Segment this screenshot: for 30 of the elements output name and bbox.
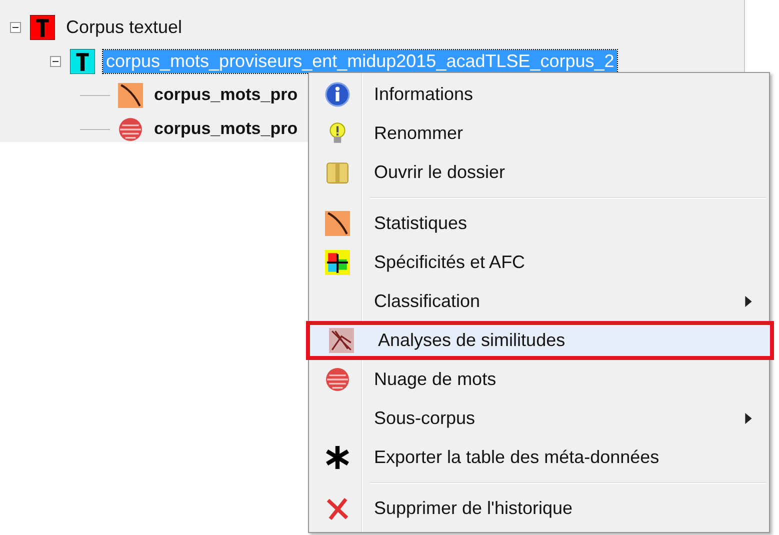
curve-chart-icon xyxy=(324,211,350,236)
submenu-arrow-icon xyxy=(745,413,752,424)
menu-item[interactable]: Statistiques xyxy=(312,204,766,243)
tree-item[interactable]: corpus_mots_pro xyxy=(151,84,301,106)
network-graph-icon xyxy=(328,328,354,353)
folder-icon xyxy=(324,160,350,185)
collapse-toggle-icon[interactable] xyxy=(10,22,20,32)
curve-chart-icon xyxy=(118,82,143,108)
menu-item[interactable]: Analyses de similitudes xyxy=(306,321,774,360)
menu-item[interactable]: Informations xyxy=(312,75,766,114)
cross-icon xyxy=(324,496,350,521)
menu-item[interactable]: Nuage de mots xyxy=(312,360,766,399)
word-cloud-icon xyxy=(118,116,143,142)
menu-item[interactable]: Ouvrir le dossier xyxy=(312,153,766,192)
menu-item[interactable]: Renommer xyxy=(312,114,766,153)
submenu-arrow-icon xyxy=(745,296,752,307)
letter-t-icon xyxy=(70,48,95,74)
collapse-toggle-icon[interactable] xyxy=(50,56,60,66)
menu-item[interactable]: Spécificités et AFC xyxy=(312,243,766,282)
letter-t-icon xyxy=(30,14,55,40)
menu-item[interactable]: Exporter la table des méta-données xyxy=(312,438,766,477)
menu-item[interactable]: Classification xyxy=(312,282,766,321)
asterisk-icon xyxy=(324,445,350,470)
menu-item[interactable]: Sous-corpus xyxy=(312,399,766,438)
info-icon xyxy=(324,82,350,107)
menu-item[interactable]: Supprimer de l'historique xyxy=(312,489,766,528)
tree-item[interactable]: Corpus textuel xyxy=(63,16,186,38)
quadrant-chart-icon xyxy=(324,250,350,275)
word-cloud-icon xyxy=(324,367,350,392)
tree-item[interactable]: corpus_mots_pro xyxy=(151,118,301,140)
